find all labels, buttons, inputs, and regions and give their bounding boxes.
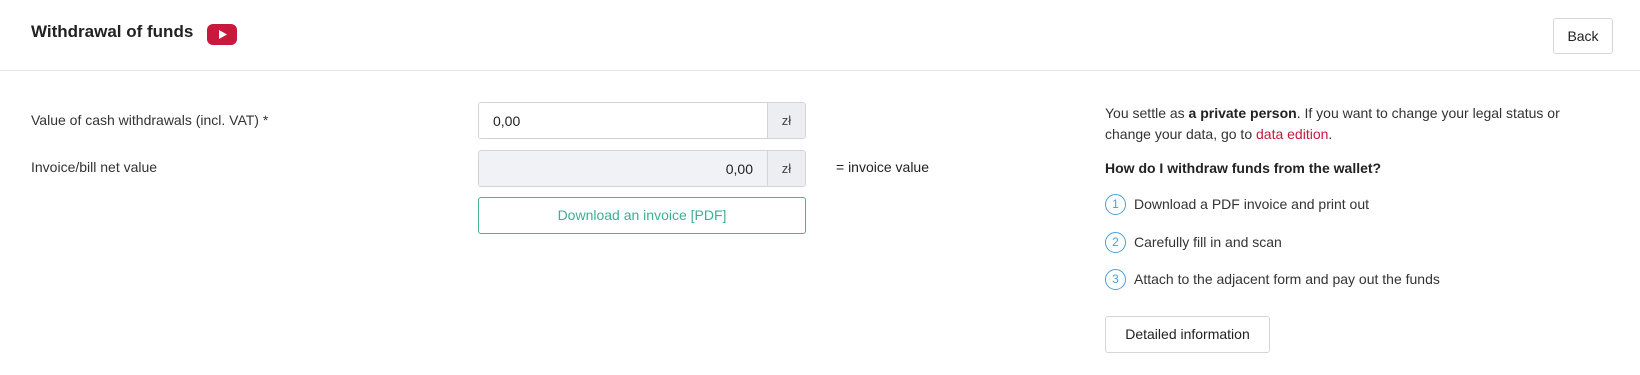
step-text: Download a PDF invoice and print out [1134,196,1370,212]
back-button[interactable]: Back [1553,18,1613,54]
step-number-badge: 2 [1105,231,1126,253]
withdrawal-value-label: Value of cash withdrawals (incl. VAT) * [31,112,269,128]
page-title: Withdrawal of funds [31,22,194,41]
step-number-badge: 1 [1105,193,1126,215]
step-item: 2 Carefully fill in and scan [1105,231,1282,253]
invoice-value-label: = invoice value [836,159,930,175]
currency-addon: zł [767,151,805,186]
step-number-badge: 3 [1105,268,1126,290]
detailed-information-button[interactable]: Detailed information [1105,316,1270,353]
step-item: 1 Download a PDF invoice and print out [1105,193,1369,215]
download-invoice-button[interactable]: Download an invoice [PDF] [478,197,806,234]
settle-prefix: You settle as [1105,105,1189,121]
net-value-label: Invoice/bill net value [31,159,158,175]
withdrawal-value-input[interactable] [479,103,767,138]
youtube-play-icon[interactable] [207,24,237,45]
net-value-group: zł [478,150,806,187]
step-text: Attach to the adjacent form and pay out … [1134,271,1440,287]
withdrawal-value-group: zł [478,102,806,139]
legal-status-info: You settle as a private person. If you w… [1105,103,1585,145]
net-value-input [479,151,767,186]
legal-status: a private person [1188,105,1297,121]
step-item: 3 Attach to the adjacent form and pay ou… [1105,268,1440,290]
page-header: Withdrawal of funds Back [0,0,1640,71]
step-text: Carefully fill in and scan [1134,234,1282,250]
how-to-heading: How do I withdraw funds from the wallet? [1105,160,1382,176]
settle-suffix: . [1328,126,1333,142]
currency-addon: zł [767,103,805,138]
data-edition-link[interactable]: data edition [1256,126,1328,142]
withdrawal-page: Withdrawal of funds Back Value of cash w… [0,0,1640,375]
